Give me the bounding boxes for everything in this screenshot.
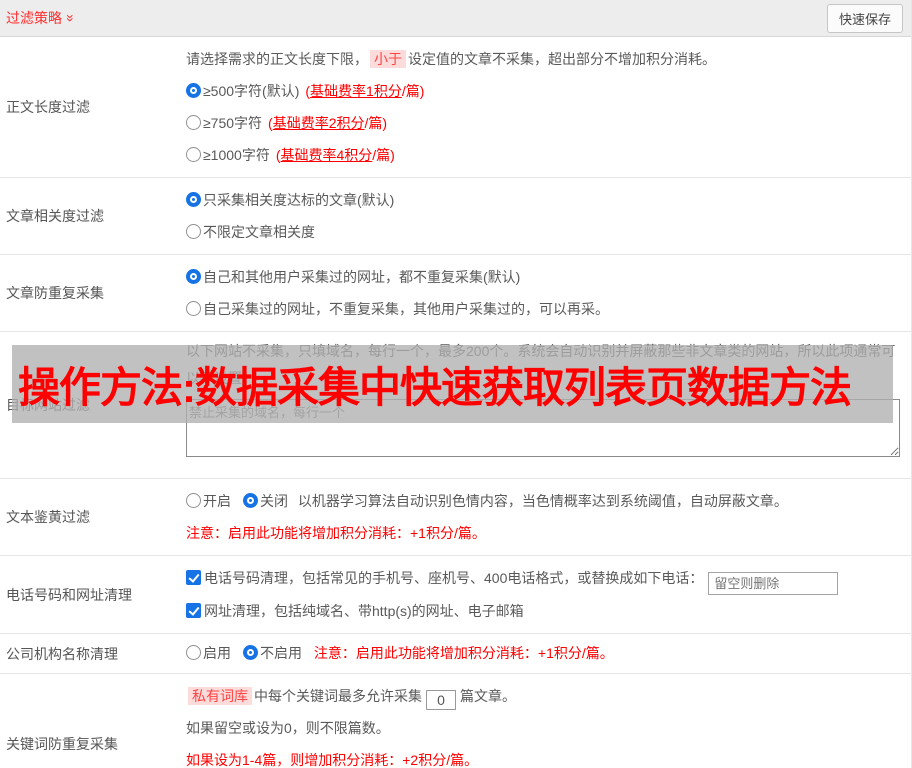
radio-icon[interactable] bbox=[186, 147, 201, 162]
keyword-limit-tail: 篇文章。 bbox=[460, 688, 516, 704]
filter-strategy-page: 过滤策略 » 快速保存 正文长度过滤 请选择需求的正文长度下限，小于设定值的文章… bbox=[0, 0, 912, 768]
option-label: ≥1000字符 bbox=[203, 147, 270, 163]
desc-post: 设定值的文章不采集，超出部分不增加积分消耗。 bbox=[408, 51, 716, 67]
desc-highlight: 小于 bbox=[370, 50, 406, 68]
url-cleanup-option[interactable]: 网址清理，包括纯域名、带http(s)的网址、电子邮箱 bbox=[186, 595, 903, 627]
option-label: 不限定文章相关度 bbox=[203, 224, 315, 240]
radio-icon[interactable] bbox=[186, 645, 201, 660]
radio-icon[interactable] bbox=[186, 301, 201, 316]
cost-underlined: 基础费率2积分 bbox=[273, 115, 365, 131]
phone-cleanup-option[interactable]: 电话号码清理，包括常见的手机号、座机号、400电话格式，或替换成如下电话： bbox=[186, 562, 903, 595]
option-label: 网址清理，包括纯域名、带http(s)的网址、电子邮箱 bbox=[204, 603, 524, 619]
row-label-phone-url: 电话号码和网址清理 bbox=[0, 556, 186, 633]
option-dedup-self-only[interactable]: 自己采集过的网址，不重复采集，其他用户采集过的，可以再采。 bbox=[186, 293, 903, 325]
porn-filter-description: 以机器学习算法自动识别色情内容，当色情概率达到系统阈值，自动屏蔽文章。 bbox=[298, 493, 788, 509]
radio-checked-icon[interactable] bbox=[186, 269, 201, 284]
keyword-note-zero: 如果留空或设为0，则不限篇数。 bbox=[186, 712, 903, 744]
radio-checked-icon[interactable] bbox=[186, 192, 201, 207]
row-porn-filter: 文本鉴黄过滤 开启 关闭 以机器学习算法自动识别色情内容，当色情概率达到系统阈值，… bbox=[0, 479, 911, 556]
option-company-on[interactable]: 启用 bbox=[186, 645, 231, 661]
radio-checked-icon[interactable] bbox=[243, 493, 258, 508]
row-label-porn-filter: 文本鉴黄过滤 bbox=[0, 479, 186, 555]
option-length-750[interactable]: ≥750字符 (基础费率2积分/篇) bbox=[186, 107, 903, 139]
option-label: 自己采集过的网址，不重复采集，其他用户采集过的，可以再采。 bbox=[203, 301, 609, 317]
row-content-company: 启用 不启用 注意：启用此功能将增加积分消耗：+1积分/篇。 bbox=[186, 634, 911, 673]
row-content-relevance: 只采集相关度达标的文章(默认) 不限定文章相关度 bbox=[186, 178, 911, 254]
row-dedup-collection: 文章防重复采集 自己和其他用户采集过的网址，都不重复采集(默认) 自己采集过的网… bbox=[0, 255, 911, 332]
cost-underlined: 基础费率4积分 bbox=[281, 147, 373, 163]
row-label-company: 公司机构名称清理 bbox=[0, 634, 186, 673]
radio-icon[interactable] bbox=[186, 493, 201, 508]
cost-close: /篇) bbox=[372, 147, 395, 163]
row-company-name-cleanup: 公司机构名称清理 启用 不启用 注意：启用此功能将增加积分消耗：+1积分/篇。 bbox=[0, 634, 911, 674]
option-length-1000[interactable]: ≥1000字符 (基础费率4积分/篇) bbox=[186, 139, 903, 171]
option-label: 自己和其他用户采集过的网址，都不重复采集(默认) bbox=[203, 269, 520, 285]
option-relevance-any[interactable]: 不限定文章相关度 bbox=[186, 216, 903, 248]
page-title-text: 过滤策略 bbox=[6, 8, 62, 28]
keyword-note-cost: 如果设为1-4篇，则增加积分消耗：+2积分/篇。 bbox=[186, 744, 903, 768]
row-content-dedup: 自己和其他用户采集过的网址，都不重复采集(默认) 自己采集过的网址，不重复采集，… bbox=[186, 255, 911, 331]
option-length-500[interactable]: ≥500字符(默认) (基础费率1积分/篇) bbox=[186, 75, 903, 107]
cost-underlined: 基础费率1积分 bbox=[310, 83, 402, 99]
option-relevance-strict[interactable]: 只采集相关度达标的文章(默认) bbox=[186, 184, 903, 216]
option-cost: (基础费率4积分/篇) bbox=[276, 147, 395, 163]
cost-close: /篇) bbox=[365, 115, 388, 131]
option-porn-on[interactable]: 开启 bbox=[186, 493, 231, 509]
checkbox-checked-icon[interactable] bbox=[186, 570, 201, 585]
row-content-text-length: 请选择需求的正文长度下限，小于设定值的文章不采集，超出部分不增加积分消耗。 ≥5… bbox=[186, 37, 911, 177]
keyword-limit-line: 私有词库中每个关键词最多允许采集 篇文章。 bbox=[186, 680, 903, 712]
row-label-keyword: 关键词防重复采集 bbox=[0, 674, 186, 768]
option-cost: (基础费率2积分/篇) bbox=[268, 115, 387, 131]
radio-icon[interactable] bbox=[186, 224, 201, 239]
row-label-text-length: 正文长度过滤 bbox=[0, 37, 186, 177]
radio-checked-icon[interactable] bbox=[243, 645, 258, 660]
option-porn-off[interactable]: 关闭 bbox=[243, 493, 288, 509]
private-lexicon-highlight: 私有词库 bbox=[188, 687, 252, 705]
promo-overlay-text: 操作方法:数据采集中快速获取列表页数据方法 bbox=[12, 354, 851, 415]
promo-overlay-banner: 操作方法:数据采集中快速获取列表页数据方法 bbox=[12, 345, 893, 423]
option-label: 不启用 bbox=[260, 645, 302, 661]
text-length-description: 请选择需求的正文长度下限，小于设定值的文章不采集，超出部分不增加积分消耗。 bbox=[186, 43, 903, 75]
top-bar: 过滤策略 » 快速保存 bbox=[0, 0, 911, 37]
option-label: 电话号码清理，包括常见的手机号、座机号、400电话格式，或替换成如下电话： bbox=[204, 570, 703, 586]
radio-icon[interactable] bbox=[186, 115, 201, 130]
keyword-limit-text: 中每个关键词最多允许采集 bbox=[254, 688, 422, 704]
keyword-limit-input[interactable] bbox=[426, 690, 456, 710]
company-toggle-line: 启用 不启用 注意：启用此功能将增加积分消耗：+1积分/篇。 bbox=[186, 637, 903, 669]
option-label: 启用 bbox=[203, 645, 231, 661]
porn-filter-toggle-line: 开启 关闭 以机器学习算法自动识别色情内容，当色情概率达到系统阈值，自动屏蔽文章。 bbox=[186, 485, 903, 517]
quick-save-button[interactable]: 快速保存 bbox=[827, 4, 903, 33]
option-label: 只采集相关度达标的文章(默认) bbox=[203, 192, 394, 208]
page-title[interactable]: 过滤策略 » bbox=[6, 8, 75, 28]
row-phone-url-cleanup: 电话号码和网址清理 电话号码清理，包括常见的手机号、座机号、400电话格式，或替… bbox=[0, 556, 911, 634]
checkbox-checked-icon[interactable] bbox=[186, 603, 201, 618]
option-label: 关闭 bbox=[260, 493, 288, 509]
cost-close: /篇) bbox=[402, 83, 425, 99]
radio-checked-icon[interactable] bbox=[186, 83, 201, 98]
porn-filter-note: 注意：启用此功能将增加积分消耗：+1积分/篇。 bbox=[186, 517, 903, 549]
replacement-phone-input[interactable] bbox=[708, 572, 838, 595]
option-label: 开启 bbox=[203, 493, 231, 509]
company-note: 注意：启用此功能将增加积分消耗：+1积分/篇。 bbox=[314, 645, 614, 661]
row-content-phone-url: 电话号码清理，包括常见的手机号、座机号、400电话格式，或替换成如下电话： 网址… bbox=[186, 556, 911, 633]
chevron-down-icon: » bbox=[64, 14, 78, 22]
option-company-off[interactable]: 不启用 bbox=[243, 645, 302, 661]
row-keyword-dedup: 关键词防重复采集 私有词库中每个关键词最多允许采集 篇文章。 如果留空或设为0，则… bbox=[0, 674, 911, 768]
option-cost: (基础费率1积分/篇) bbox=[305, 83, 424, 99]
option-label: ≥750字符 bbox=[203, 115, 262, 131]
option-label: ≥500字符(默认) bbox=[203, 83, 299, 99]
row-relevance-filter: 文章相关度过滤 只采集相关度达标的文章(默认) 不限定文章相关度 bbox=[0, 178, 911, 255]
row-content-porn-filter: 开启 关闭 以机器学习算法自动识别色情内容，当色情概率达到系统阈值，自动屏蔽文章。… bbox=[186, 479, 911, 555]
option-dedup-all-users[interactable]: 自己和其他用户采集过的网址，都不重复采集(默认) bbox=[186, 261, 903, 293]
row-text-length-filter: 正文长度过滤 请选择需求的正文长度下限，小于设定值的文章不采集，超出部分不增加积… bbox=[0, 37, 911, 178]
desc-pre: 请选择需求的正文长度下限， bbox=[186, 51, 368, 67]
row-label-relevance: 文章相关度过滤 bbox=[0, 178, 186, 254]
row-content-keyword: 私有词库中每个关键词最多允许采集 篇文章。 如果留空或设为0，则不限篇数。 如果设… bbox=[186, 674, 911, 768]
row-label-dedup: 文章防重复采集 bbox=[0, 255, 186, 331]
